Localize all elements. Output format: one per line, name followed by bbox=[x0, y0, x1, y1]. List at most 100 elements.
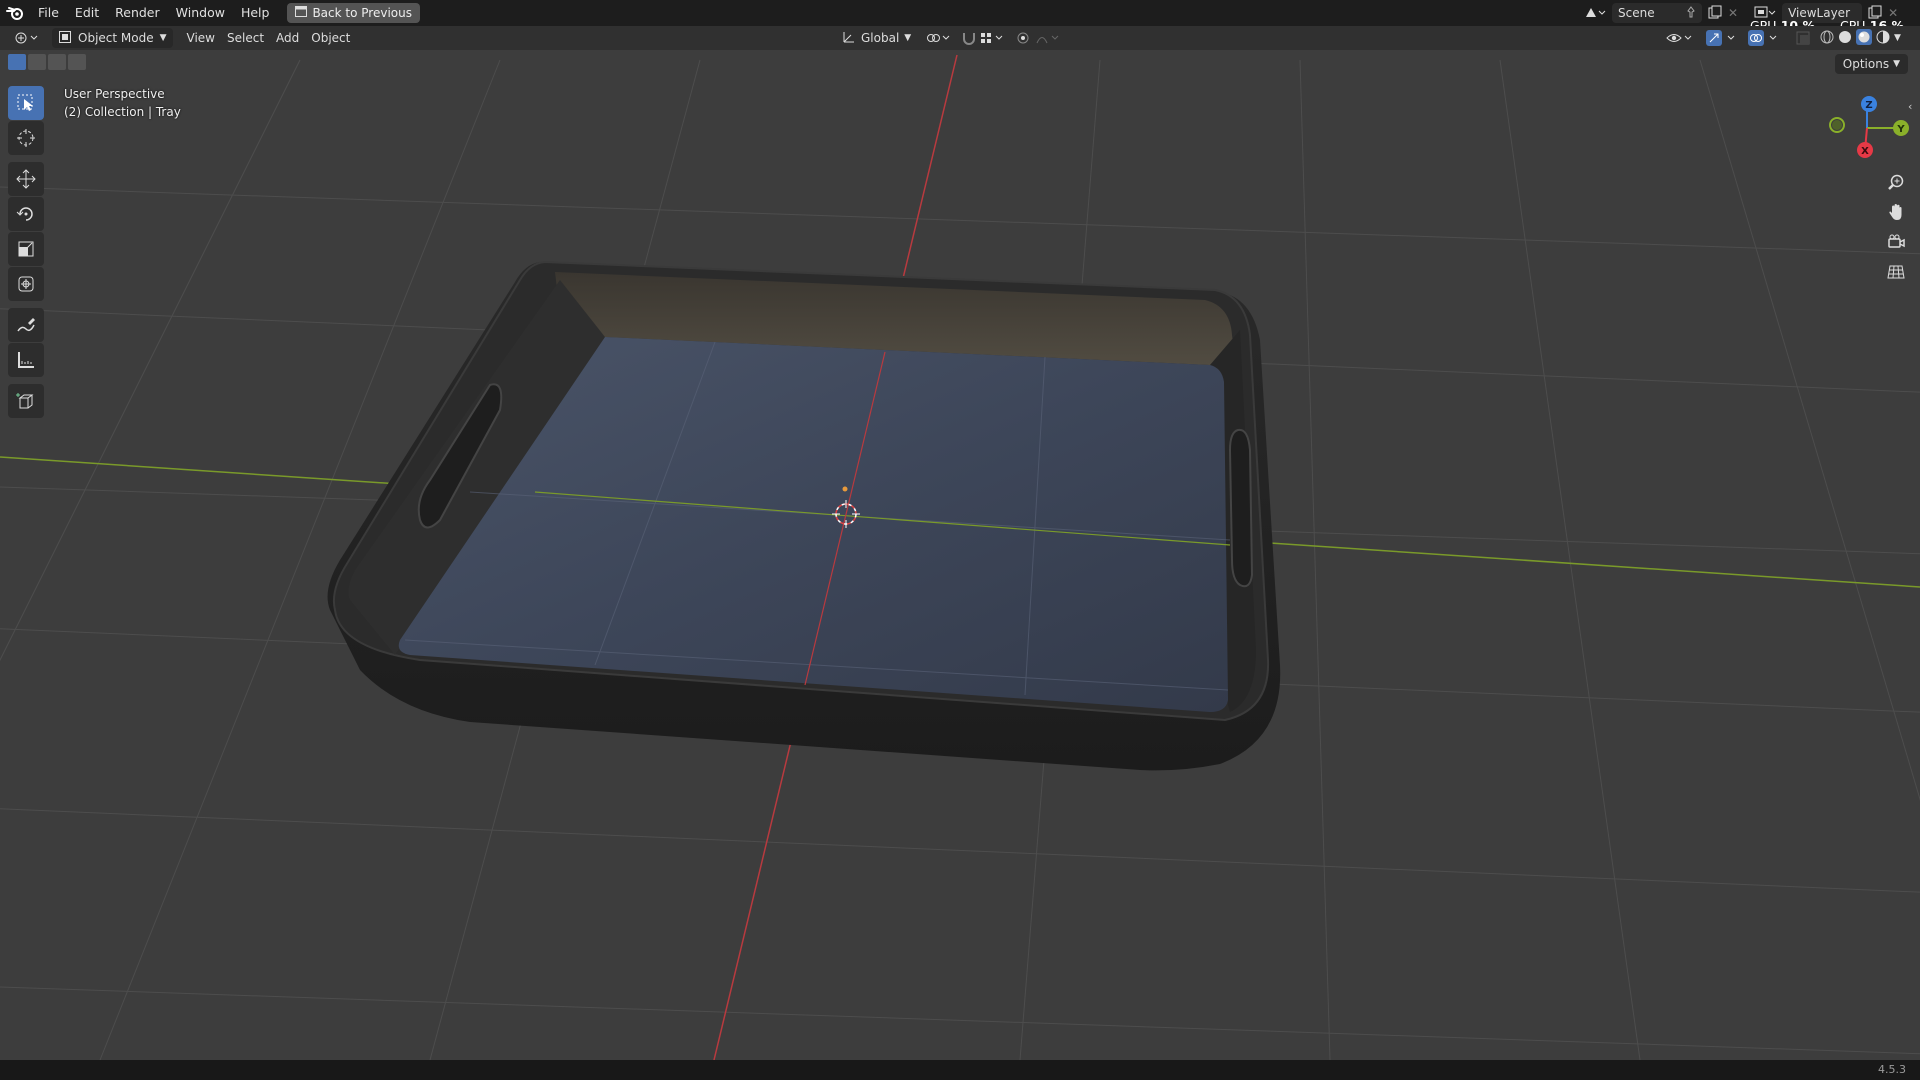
transform-icon bbox=[18, 276, 34, 292]
proportional-falloff-dropdown[interactable] bbox=[1030, 28, 1068, 48]
wireframe-shading-icon[interactable] bbox=[1820, 30, 1834, 47]
scale-icon bbox=[18, 241, 34, 257]
menu-edit[interactable]: Edit bbox=[67, 0, 107, 26]
hand-icon bbox=[1889, 204, 1902, 220]
chevron-down-icon: ▼ bbox=[1893, 59, 1900, 69]
perspective-toggle-button[interactable] bbox=[1882, 258, 1910, 286]
select-new-icon[interactable] bbox=[8, 54, 26, 70]
camera-view-button[interactable] bbox=[1882, 228, 1910, 256]
window-icon bbox=[295, 6, 308, 20]
gizmo-x-label: X bbox=[1861, 146, 1869, 157]
gizmo-y-axis-button[interactable]: Y bbox=[1893, 120, 1909, 136]
rotate-tool[interactable] bbox=[8, 197, 44, 231]
transform-orientation-icon bbox=[842, 30, 856, 47]
magnifier-icon bbox=[1888, 174, 1904, 190]
chevron-down-icon: ▼ bbox=[904, 33, 912, 43]
selection-mode-buttons bbox=[8, 54, 86, 70]
xray-toggle[interactable] bbox=[1790, 28, 1816, 48]
visibility-dropdown[interactable] bbox=[1660, 28, 1700, 48]
options-label: Options bbox=[1842, 57, 1890, 71]
menu-help[interactable]: Help bbox=[233, 0, 278, 26]
falloff-curve-icon bbox=[1036, 35, 1059, 44]
blender-logo-icon[interactable] bbox=[0, 0, 30, 26]
perspective-label: User Perspective bbox=[64, 87, 165, 101]
gizmo-toggle[interactable] bbox=[1700, 28, 1746, 48]
zoom-view-button[interactable] bbox=[1882, 168, 1910, 196]
gizmo-z-label: Z bbox=[1865, 100, 1872, 111]
object-mode-label: Object Mode bbox=[78, 31, 154, 45]
gizmo-icon bbox=[1706, 30, 1735, 46]
menu-window[interactable]: Window bbox=[168, 0, 233, 26]
new-scene-icon[interactable] bbox=[1708, 5, 1722, 22]
measure-tool[interactable] bbox=[8, 343, 44, 377]
select-intersect-icon[interactable] bbox=[68, 54, 86, 70]
gizmo-y-label: Y bbox=[1896, 124, 1905, 135]
menu-add[interactable]: Add bbox=[270, 28, 305, 48]
snap-grid-icon bbox=[981, 33, 1003, 43]
pivot-point-icon bbox=[927, 34, 950, 42]
rotate-icon bbox=[16, 207, 33, 221]
tool-shelf bbox=[8, 86, 48, 419]
move-tool[interactable] bbox=[8, 162, 44, 196]
transform-orientation-dropdown[interactable]: Global ▼ bbox=[836, 28, 917, 48]
solid-shading-icon[interactable] bbox=[1838, 30, 1852, 47]
gizmo-z-axis-button[interactable]: Z bbox=[1861, 96, 1877, 112]
add-cube-tool[interactable] bbox=[8, 384, 44, 418]
navigation-gizmo[interactable]: Z Y X bbox=[1815, 88, 1915, 168]
collection-label: (2) Collection | Tray bbox=[64, 105, 181, 119]
chevron-down-icon: ▼ bbox=[159, 33, 167, 43]
ruler-icon bbox=[18, 352, 34, 368]
scene-name: Scene bbox=[1618, 6, 1655, 20]
transform-orientation-label: Global bbox=[861, 31, 900, 45]
select-extend-icon[interactable] bbox=[28, 54, 46, 70]
pan-view-button[interactable] bbox=[1882, 198, 1910, 226]
cursor-tool[interactable] bbox=[8, 121, 44, 155]
version-label: 4.5.3 bbox=[1878, 1063, 1906, 1076]
gizmo-x-axis-button[interactable]: X bbox=[1857, 142, 1873, 158]
pin-icon[interactable] bbox=[1686, 5, 1696, 21]
select-box-tool[interactable] bbox=[8, 86, 44, 120]
transform-tool[interactable] bbox=[8, 267, 44, 301]
menu-object[interactable]: Object bbox=[305, 28, 356, 48]
close-scene-icon[interactable]: ✕ bbox=[1728, 6, 1738, 20]
shading-options-chevron-icon[interactable]: ▼ bbox=[1894, 33, 1901, 43]
overlays-icon bbox=[1748, 30, 1777, 46]
eye-icon bbox=[1666, 34, 1692, 42]
3d-viewport[interactable]: User Perspective (2) Collection | Tray bbox=[0, 50, 1920, 1060]
object-mode-icon bbox=[58, 30, 72, 47]
editor-type-button[interactable] bbox=[8, 28, 48, 48]
annotate-icon bbox=[17, 318, 35, 332]
xray-icon bbox=[1796, 31, 1810, 45]
back-to-previous-label: Back to Previous bbox=[312, 6, 412, 20]
snap-target-dropdown[interactable] bbox=[974, 28, 1012, 48]
object-mode-dropdown[interactable]: Object Mode ▼ bbox=[52, 28, 173, 48]
rendered-shading-icon[interactable] bbox=[1876, 30, 1890, 47]
back-to-previous-button[interactable]: Back to Previous bbox=[287, 3, 420, 23]
material-shading-icon[interactable] bbox=[1856, 28, 1872, 48]
select-subtract-icon[interactable] bbox=[48, 54, 66, 70]
move-icon bbox=[16, 169, 36, 189]
scene-name-field[interactable]: Scene bbox=[1612, 3, 1702, 23]
options-dropdown[interactable]: Options ▼ bbox=[1834, 54, 1908, 74]
camera-icon bbox=[1888, 234, 1905, 248]
menu-render[interactable]: Render bbox=[107, 0, 168, 26]
tray-object[interactable] bbox=[327, 260, 1281, 771]
viewport-scene bbox=[0, 54, 1920, 1060]
menu-select[interactable]: Select bbox=[221, 28, 270, 48]
overlays-toggle[interactable] bbox=[1742, 28, 1788, 48]
annotate-tool[interactable] bbox=[8, 308, 44, 342]
sidebar-toggle-chevron-icon[interactable]: ‹ bbox=[1908, 100, 1912, 113]
proportional-editing-icon bbox=[1017, 32, 1029, 44]
menu-view[interactable]: View bbox=[181, 28, 221, 48]
grid-perspective-icon bbox=[1887, 265, 1905, 279]
viewport-header: Object Mode ▼ View Select Add Object Glo… bbox=[0, 26, 1920, 50]
menu-file[interactable]: File bbox=[30, 0, 67, 26]
add-cube-icon bbox=[16, 393, 34, 409]
top-bar: File Edit Render Window Help Back to Pre… bbox=[0, 0, 1920, 33]
scene-icon[interactable] bbox=[1584, 5, 1606, 22]
select-box-icon bbox=[17, 94, 33, 111]
editor-type-icon bbox=[15, 32, 38, 44]
pivot-point-button[interactable] bbox=[920, 28, 960, 48]
scale-tool[interactable] bbox=[8, 232, 44, 266]
object-origin-icon bbox=[842, 486, 848, 492]
